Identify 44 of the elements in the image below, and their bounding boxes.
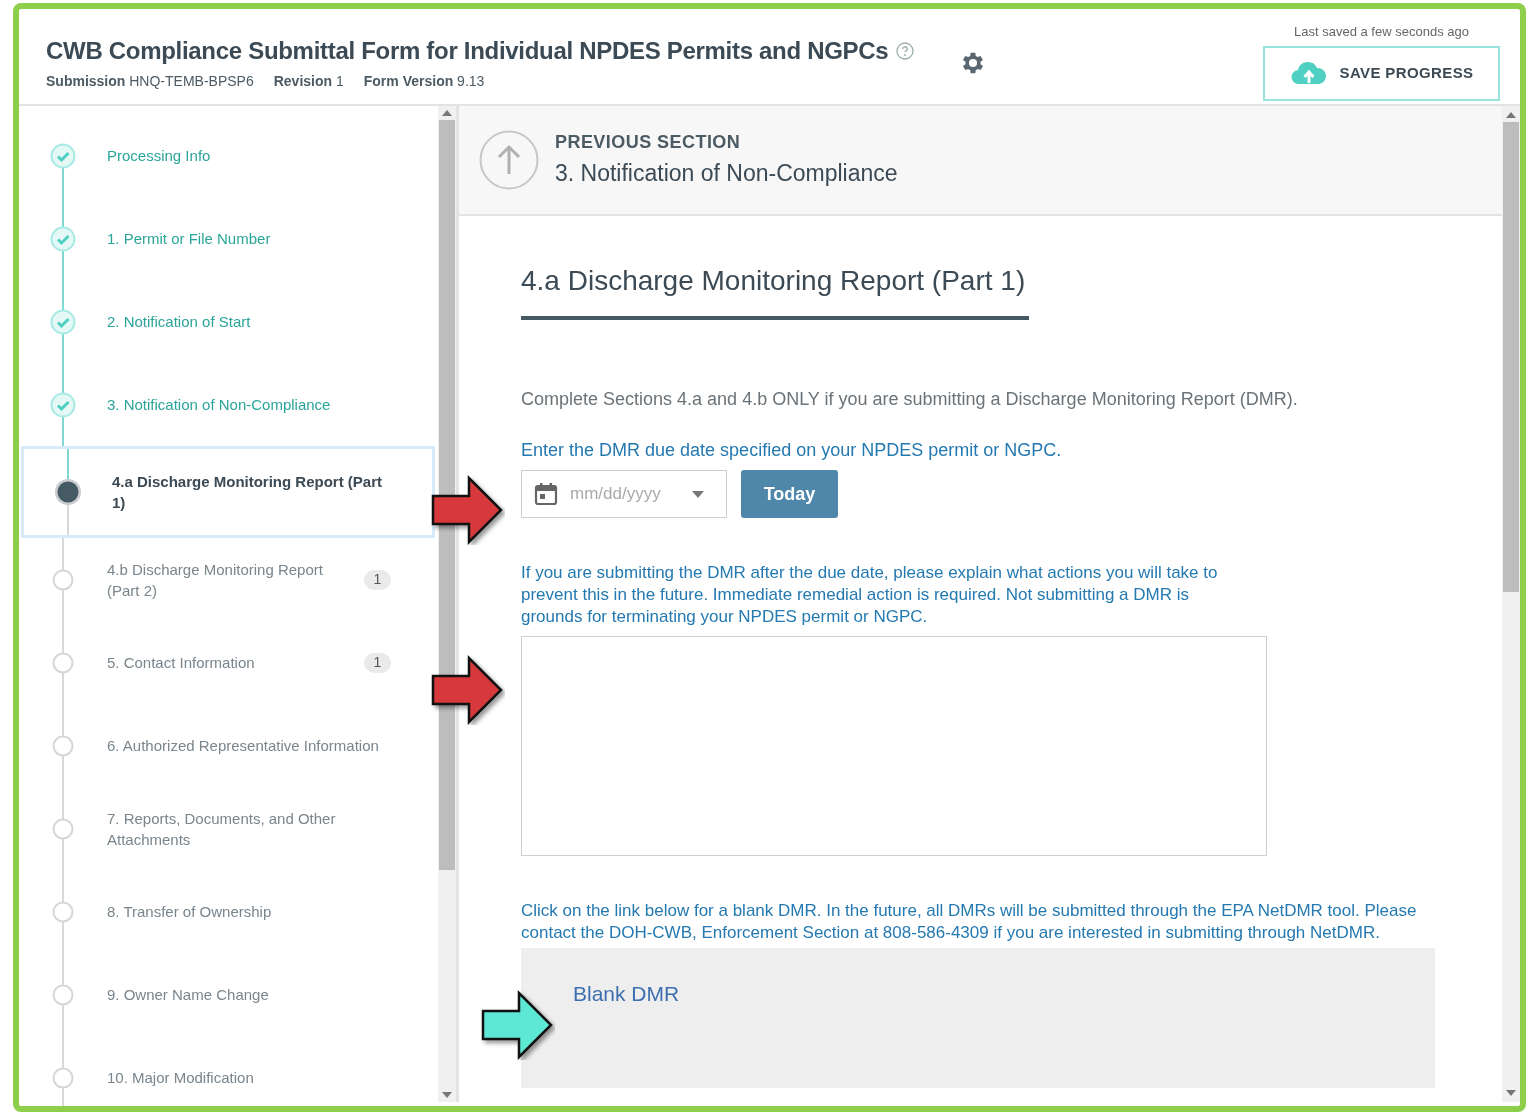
error-count-badge: 1 bbox=[364, 652, 391, 673]
sidebar-step[interactable]: Processing Info bbox=[19, 114, 435, 197]
step-label: Processing Info bbox=[107, 146, 212, 166]
step-label: 4.a Discharge Monitoring Report (Part 1) bbox=[112, 472, 384, 513]
section-heading: 4.a Discharge Monitoring Report (Part 1) bbox=[521, 265, 1026, 296]
sidebar-step[interactable]: 5. Contact Information 1 bbox=[19, 621, 435, 704]
meta-text: Submission HNQ-TEMB-BPSP6 bbox=[46, 72, 254, 91]
meta-text: Form Version 9.13 bbox=[363, 72, 485, 91]
date-field[interactable]: mm/dd/yyyy bbox=[521, 470, 727, 518]
sidebar-step[interactable]: 1. Permit or File Number bbox=[19, 197, 435, 280]
sidebar-step[interactable]: 4.b Discharge Monitoring Report (Part 2) 1 bbox=[19, 538, 435, 621]
previous-section-caption: PREVIOUS SECTION bbox=[555, 131, 742, 155]
previous-section-title: 3. Notification of Non-Compliance bbox=[555, 159, 898, 189]
sidebar-step[interactable]: 2. Notification of Start bbox=[19, 280, 435, 363]
step-label: 8. Transfer of Ownership bbox=[107, 902, 273, 922]
step-label: 5. Contact Information bbox=[107, 653, 256, 673]
blank-dmr-note: Click on the link below for a blank DMR. In the future, all DMRs will be submitted through the EPA NetDMR tool. Please contact the DOH-CWB, Enforcement Section at 808-586-4309 if you are interested in submitting through NetDMR. bbox=[521, 900, 1418, 944]
step-label: 7. Reports, Documents, and Other Attachments bbox=[107, 808, 337, 850]
form-title: CWB Compliance Submittal Form for Individual NPDES Permits and NGPCs bbox=[46, 36, 889, 66]
today-button[interactable]: Today bbox=[741, 470, 838, 518]
meta-text: Revision 1 bbox=[273, 72, 344, 91]
previous-section-bar[interactable]: PREVIOUS SECTION 3. Notification of Non-Compliance bbox=[459, 106, 1502, 216]
last-saved-text: Last saved a few seconds ago bbox=[1294, 23, 1469, 41]
step-label: 3. Notification of Non-Compliance bbox=[107, 395, 332, 415]
step-label: 10. Major Modification bbox=[107, 1068, 255, 1088]
step-label: 9. Owner Name Change bbox=[107, 985, 270, 1005]
step-label: 4.b Discharge Monitoring Report (Part 2) bbox=[107, 559, 324, 601]
error-count-badge: 1 bbox=[364, 569, 391, 590]
date-label: Enter the DMR due date specified on your NPDES permit or NGPC. bbox=[521, 439, 1063, 462]
explanation-label: If you are submitting the DMR after the due date, please explain what actions you will take to prevent this in the future. Immediate remedial action is required. Not submitting a DMR is grounds for terminating your NPDES permit or NGPC. bbox=[521, 562, 1219, 628]
sidebar-step[interactable]: 10. Major Modification bbox=[19, 1036, 435, 1106]
date-input[interactable]: mm/dd/yyyy bbox=[570, 481, 680, 507]
sidebar-step[interactable]: 9. Owner Name Change bbox=[19, 953, 435, 1036]
step-label: 6. Authorized Representative Information bbox=[107, 736, 380, 756]
intro-text: Complete Sections 4.a and 4.b ONLY if you are submitting a Discharge Monitoring Report (DMR). bbox=[521, 388, 1299, 411]
sidebar-step[interactable]: 3. Notification of Non-Compliance bbox=[19, 363, 435, 446]
step-label: 1. Permit or File Number bbox=[107, 229, 272, 249]
save-progress-button[interactable]: SAVE PROGRESS bbox=[1263, 45, 1500, 101]
sidebar-step[interactable]: 8. Transfer of Ownership bbox=[19, 870, 435, 953]
step-label: 2. Notification of Start bbox=[107, 312, 252, 332]
blank-dmr-link[interactable]: Blank DMR bbox=[573, 982, 680, 1005]
sidebar-step[interactable]: 6. Authorized Representative Information bbox=[19, 704, 435, 787]
sidebar-step[interactable]: 7. Reports, Documents, and Other Attachments bbox=[19, 787, 435, 870]
sidebar-step[interactable]: 4.a Discharge Monitoring Report (Part 1) bbox=[21, 446, 435, 538]
